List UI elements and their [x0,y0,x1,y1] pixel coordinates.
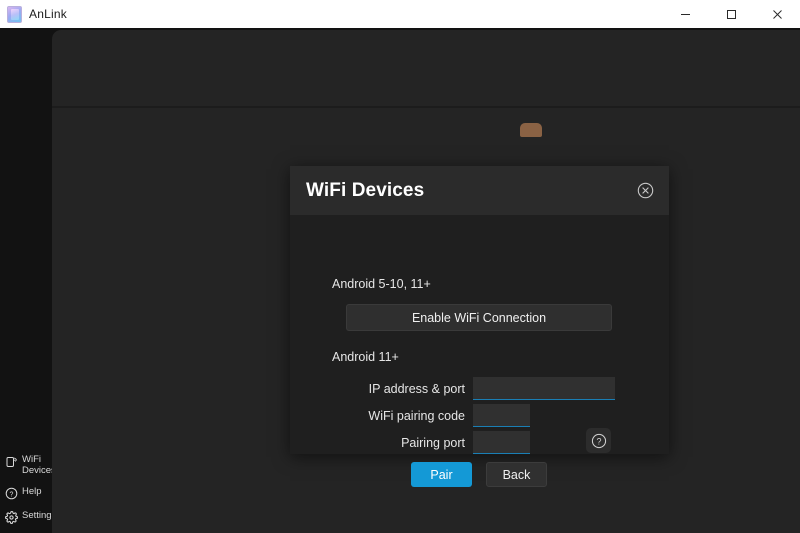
field-row-wifi-pairing-code: WiFi pairing code [320,404,530,427]
maximize-icon[interactable] [708,0,754,28]
minimize-icon[interactable] [662,0,708,28]
sidebar-item-label: Help [22,486,42,497]
pair-button[interactable]: Pair [411,462,472,487]
sidebar-item-wifi-devices[interactable]: WiFi Devices [0,449,52,481]
titlebar-left-group: AnLink [0,6,67,23]
wifi-pairing-code-label: WiFi pairing code [320,409,473,423]
sidebar-items: WiFi Devices ? Help Settings [0,449,52,529]
field-row-pairing-port: Pairing port [320,431,530,454]
section-label-modern: Android 11+ [332,350,399,364]
sidebar-item-help[interactable]: ? Help [0,481,52,505]
sidebar-item-settings[interactable]: Settings [0,505,52,529]
background-divider [52,106,800,108]
wifi-devices-dialog: WiFi Devices Android 5-10, 11+ Enable Wi… [290,166,669,454]
back-button[interactable]: Back [486,462,547,487]
enable-wifi-connection-button[interactable]: Enable WiFi Connection [346,304,612,331]
close-icon[interactable] [754,0,800,28]
main-content-panel: ? WiFi Devices Android 5-10, 11+ Enable … [52,30,800,533]
window-titlebar: AnLink [0,0,800,28]
ip-address-port-input[interactable] [473,377,615,400]
pairing-port-label: Pairing port [320,436,473,450]
svg-text:?: ? [596,436,601,446]
ip-address-port-label: IP address & port [320,382,473,396]
dialog-title: WiFi Devices [306,180,424,202]
sidebar: WiFi Devices ? Help Settings [0,28,52,533]
section-label-legacy: Android 5-10, 11+ [332,277,431,291]
wifi-device-icon [5,455,18,468]
background-thumbnail [520,123,542,137]
gear-icon [5,511,18,524]
pairing-port-input[interactable] [473,431,530,454]
dialog-header: WiFi Devices [290,166,669,215]
sidebar-item-label: WiFi Devices [22,454,52,476]
window-title: AnLink [29,7,67,21]
phone-app-icon [7,6,22,23]
dialog-help-button[interactable]: ? [586,428,611,453]
close-circle-icon[interactable] [635,181,655,201]
dialog-actions: Pair Back [411,462,547,487]
field-row-ip-address-port: IP address & port [320,377,615,400]
svg-text:?: ? [10,491,14,498]
wifi-pairing-code-input[interactable] [473,404,530,427]
window-controls [662,0,800,28]
dialog-body: Android 5-10, 11+ Enable WiFi Connection… [290,215,669,454]
help-circle-icon: ? [5,487,18,500]
